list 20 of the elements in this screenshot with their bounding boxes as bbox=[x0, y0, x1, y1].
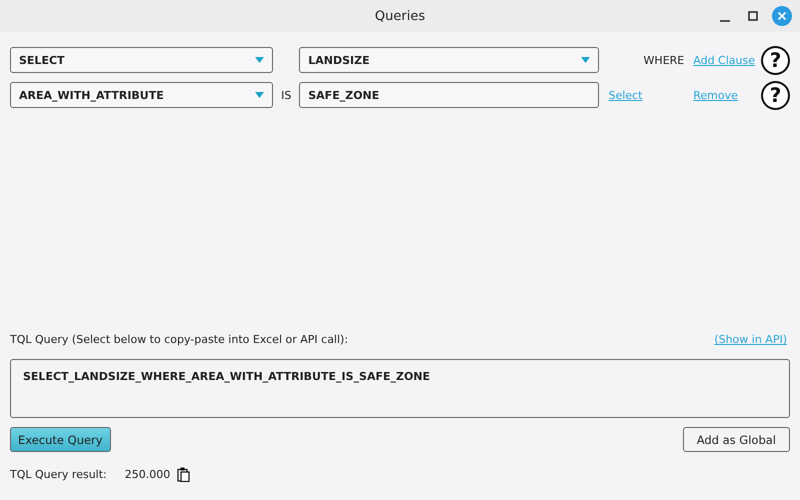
operator-dropdown[interactable]: SELECT bbox=[10, 47, 274, 73]
help-button[interactable]: ? bbox=[761, 46, 790, 74]
dropdown-arrow-icon bbox=[581, 57, 590, 63]
query-label: TQL Query (Select below to copy-paste into Excel or API call): bbox=[10, 333, 348, 346]
operator-dropdown[interactable]: AREA_WITH_ATTRIBUTE bbox=[10, 82, 274, 108]
dropdown-arrow-icon bbox=[255, 57, 264, 63]
result-value: 250.000 bbox=[124, 468, 170, 481]
add-as-global-button[interactable]: Add as Global bbox=[682, 427, 790, 452]
help-button[interactable]: ? bbox=[761, 80, 790, 110]
close-icon[interactable] bbox=[772, 6, 792, 26]
keyword-label: IS bbox=[281, 88, 292, 102]
clipboard-icon[interactable] bbox=[177, 467, 190, 482]
dropdown-arrow-icon bbox=[255, 92, 264, 98]
execute-query-button[interactable]: Execute Query bbox=[10, 427, 111, 452]
value-input-field[interactable]: SAFE_ZONE bbox=[299, 82, 600, 108]
field-dropdown[interactable]: LANDSIZE bbox=[299, 47, 600, 73]
query-text-area[interactable]: SELECT_LANDSIZE_WHERE_AREA_WITH_ATTRIBUTE_IS_SAFE_ZONE bbox=[10, 359, 790, 418]
window-title: Queries bbox=[374, 8, 426, 24]
result-label: TQL Query result: bbox=[10, 468, 107, 481]
keyword-label: WHERE bbox=[644, 54, 684, 66]
